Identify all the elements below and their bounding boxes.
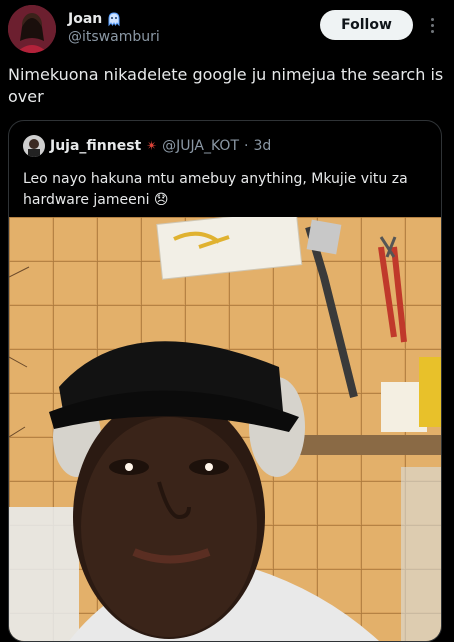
separator-dot: · [244,138,249,154]
more-vertical-icon[interactable] [424,13,440,37]
author-name[interactable]: Joan [68,11,102,27]
quoted-author-handle[interactable]: @JUJA_KOT [162,138,239,154]
ghost-emoji-icon [108,12,120,27]
follow-button[interactable]: Follow [320,10,413,40]
author-avatar[interactable] [8,5,56,53]
quoted-timestamp[interactable]: 3d [253,138,271,154]
quoted-tweet[interactable]: Juja_finnest ✴ @JUJA_KOT · 3d Leo nayo h… [8,120,442,642]
author-handle[interactable]: @itswamburi [68,29,160,45]
author-block: Joan @itswamburi [68,11,160,45]
tweet-text: Nimekuona nikadelete google ju nimejua t… [8,65,444,106]
selfie-photo[interactable] [9,217,441,641]
quoted-author-row: Juja_finnest ✴ @JUJA_KOT · 3d [23,135,271,157]
red-starburst-icon: ✴ [146,138,158,154]
author-avatar-image [8,5,56,53]
quoted-author-avatar[interactable] [23,135,45,157]
quoted-text: Leo nayo hakuna mtu amebuy anything, Mku… [23,171,408,208]
quoted-author-name[interactable]: Juja_finnest [50,138,141,154]
